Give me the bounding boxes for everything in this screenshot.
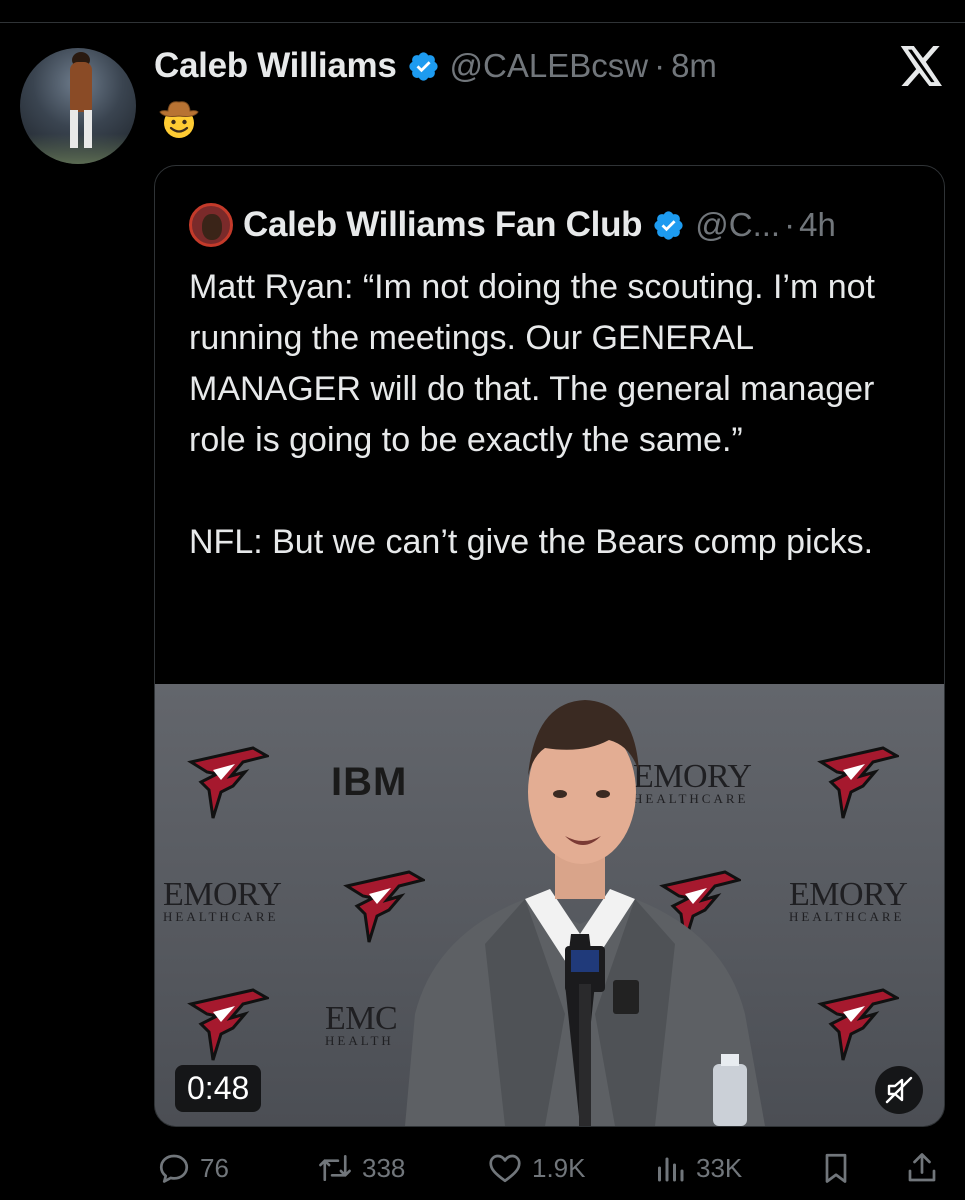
author-avatar[interactable] [20,48,136,164]
views-button[interactable]: 33K [652,1148,742,1188]
falcons-logo-icon [187,988,269,1061]
bookmark-icon [825,1153,847,1183]
like-button[interactable]: 1.9K [486,1148,586,1188]
quoted-author-name[interactable]: Caleb Williams Fan Club [243,205,643,245]
falcons-logo-icon [817,988,899,1061]
quoted-header-separator: · [784,206,796,243]
speaker-muted-icon [885,1076,913,1104]
view-count: 33K [696,1152,743,1183]
repost-icon [319,1154,351,1182]
emory-logo-subtext: HEALTH [325,1033,394,1048]
author-handle[interactable]: @CALEBcsw [450,47,649,85]
quoted-tweet-card[interactable]: Caleb Williams Fan Club @C... · 4h Matt … [154,165,945,1127]
cowboy-hat-face-icon [159,101,199,138]
falcons-logo-icon [187,746,269,819]
share-icon [908,1153,936,1182]
video-duration: 0:48 [175,1065,262,1112]
share-button[interactable] [904,1148,948,1188]
mute-toggle-button[interactable] [875,1066,923,1114]
quoted-author-handle[interactable]: @C... [695,206,780,244]
header-separator: · [654,47,666,84]
emory-logo-subtext: HEALTHCARE [163,909,279,924]
emory-logo: EMORY HEALTHCARE [789,878,908,924]
emory-logo-text: EMC [325,1000,398,1037]
quoted-author-avatar[interactable] [189,203,233,247]
verified-badge-icon [654,210,683,240]
x-logo-icon[interactable] [900,46,944,86]
speaker-figure [405,700,765,1126]
avatar-player-body [70,62,92,112]
author-name[interactable]: Caleb Williams [154,46,397,86]
like-count: 1.9K [532,1152,586,1183]
repost-count: 338 [362,1152,406,1183]
verified-badge-icon [408,51,438,81]
emory-logo-subtext: HEALTHCARE [789,909,905,924]
emory-logo-partial: EMC HEALTH [325,1002,398,1048]
emory-logo-text: EMORY [163,876,282,913]
reply-count: 76 [200,1152,229,1183]
falcons-logo-icon [817,746,899,819]
views-chart-icon [658,1157,684,1182]
quoted-tweet-header: Caleb Williams Fan Club @C... · 4h [189,203,836,247]
emory-logo-text: EMORY [789,876,908,913]
quoted-tweet-time[interactable]: 4h [799,206,836,244]
top-divider [0,22,965,23]
bookmark-button[interactable] [818,1148,862,1188]
tweet-time[interactable]: 8m [671,47,717,85]
reply-icon [159,1154,189,1183]
video-player[interactable]: IBM EMORY HEALTHCARE EMORY HEALTHCARE EM… [155,684,944,1126]
quoted-tweet-text: Matt Ryan: “Im not doing the scouting. I… [189,268,875,561]
heart-icon [489,1154,521,1183]
reply-button[interactable]: 76 [156,1148,229,1188]
tweet-actions-bar: 76 338 1.9K 33K [0,1148,965,1188]
avatar-player-legs [70,110,92,148]
emory-logo: EMORY HEALTHCARE [163,878,282,924]
repost-button[interactable]: 338 [316,1148,405,1188]
tweet-header: Caleb Williams @CALEBcsw · 8m [154,44,717,88]
